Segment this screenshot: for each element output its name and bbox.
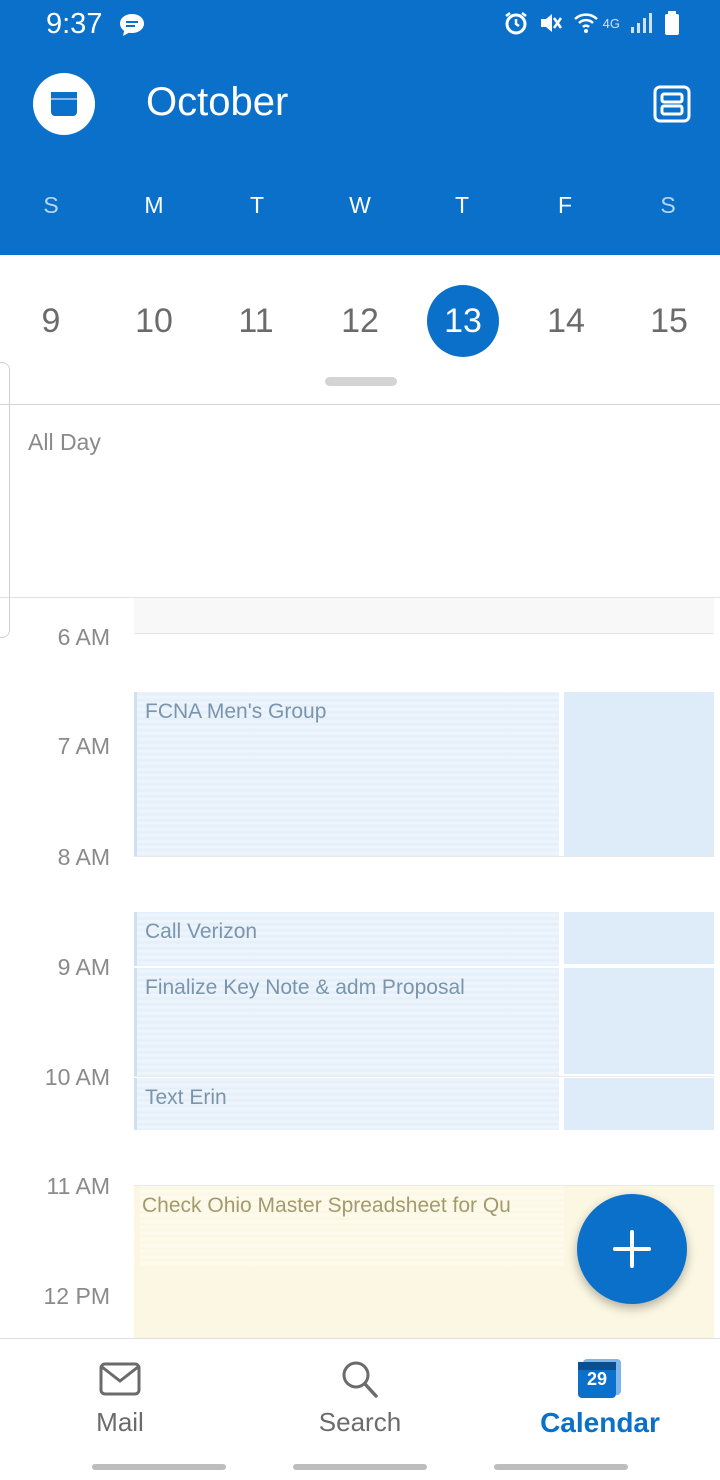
- weekday-mon: M: [144, 192, 164, 218]
- wifi-icon: [573, 13, 598, 33]
- system-nav-bar: [494, 1464, 628, 1470]
- nav-calendar[interactable]: 29 Calendar: [480, 1339, 720, 1449]
- event-title: Finalize Key Note & adm Proposal: [145, 976, 465, 999]
- hour-label: 7 AM: [57, 733, 110, 759]
- bottom-navigation: Mail Search 29 Calendar: [0, 1338, 720, 1480]
- side-panel-edge: [0, 362, 10, 638]
- hour-label: 11 AM: [46, 1173, 111, 1199]
- expand-handle[interactable]: [325, 377, 397, 386]
- all-day-section[interactable]: All Day: [0, 407, 720, 598]
- plus-icon: [613, 1230, 651, 1268]
- weekday-fri: F: [557, 192, 573, 218]
- event-title: Check Ohio Master Spreadsheet for Qu: [142, 1194, 511, 1217]
- weekday-thu: T: [454, 192, 470, 218]
- event-overlap-block[interactable]: [564, 968, 714, 1074]
- event-overlap-block[interactable]: [564, 692, 714, 856]
- message-notification-icon: [118, 12, 146, 38]
- month-title[interactable]: October: [146, 80, 288, 125]
- account-avatar-button[interactable]: [33, 73, 95, 135]
- mute-icon: [540, 14, 562, 32]
- event-overlap-block[interactable]: [564, 1078, 714, 1130]
- hour-label: 9 AM: [57, 954, 110, 980]
- nav-search-label: Search: [318, 1407, 402, 1437]
- date-cell[interactable]: 12: [324, 285, 396, 357]
- date-cell-selected[interactable]: 13: [427, 285, 499, 357]
- date-cell[interactable]: 9: [15, 285, 87, 357]
- event-highlight: Check Ohio Master Spreadsheet for Qu: [140, 1186, 564, 1266]
- alarm-icon: [504, 12, 527, 35]
- weekday-sun: S: [43, 192, 59, 218]
- hour-label: 8 AM: [57, 844, 110, 870]
- nav-mail-label: Mail: [96, 1407, 144, 1437]
- date-cell[interactable]: 15: [633, 285, 705, 357]
- system-nav-bar: [92, 1464, 226, 1470]
- date-cell[interactable]: 14: [530, 285, 602, 357]
- event-title: Call Verizon: [145, 920, 258, 943]
- network-type: 4G: [602, 15, 620, 31]
- hour-gridline: [134, 856, 714, 857]
- nav-search[interactable]: Search: [240, 1339, 480, 1449]
- hour-label: 12 PM: [43, 1283, 110, 1309]
- event-title: FCNA Men's Group: [145, 700, 327, 723]
- search-icon: [342, 1361, 378, 1398]
- event-overlap-block[interactable]: [564, 912, 714, 964]
- calendar-badge-date: 29: [586, 1369, 608, 1389]
- status-bar: 9:37 4G: [0, 0, 720, 50]
- hour-gridline: [134, 1076, 714, 1077]
- event-title: Text Erin: [145, 1086, 227, 1109]
- date-strip: 9 10 11 12 13 14 15: [0, 255, 720, 405]
- event-finalize-key-note[interactable]: Finalize Key Note & adm Proposal: [134, 968, 559, 1076]
- weekday-sat: S: [660, 192, 676, 218]
- view-switcher-icon[interactable]: [652, 84, 692, 124]
- new-event-button[interactable]: [577, 1194, 687, 1304]
- nav-calendar-label: Calendar: [540, 1407, 660, 1438]
- system-nav-bar: [293, 1464, 427, 1470]
- nav-mail[interactable]: Mail: [0, 1339, 240, 1449]
- event-fcna-mens-group[interactable]: FCNA Men's Group: [134, 692, 559, 856]
- status-icons: 4G: [503, 10, 680, 36]
- event-call-verizon[interactable]: Call Verizon: [134, 912, 559, 966]
- event-text-erin[interactable]: Text Erin: [134, 1078, 559, 1130]
- all-day-label: All Day: [28, 429, 101, 455]
- date-cell[interactable]: 11: [220, 285, 292, 357]
- timeline-past-shade: [134, 598, 714, 634]
- calendar-app-icon: [51, 92, 77, 116]
- signal-icon: [631, 13, 652, 33]
- hour-label: 10 AM: [44, 1064, 110, 1090]
- status-time: 9:37: [46, 8, 103, 40]
- hour-label: 6 AM: [57, 624, 110, 650]
- battery-icon: [665, 11, 679, 35]
- weekday-header: S M T W T F S: [0, 192, 720, 224]
- app-header: 9:37 4G October S M T W T F S: [0, 0, 720, 255]
- weekday-tue: T: [249, 192, 265, 218]
- date-cell[interactable]: 10: [118, 285, 190, 357]
- weekday-wed: W: [349, 192, 371, 218]
- mail-icon: [99, 1362, 141, 1396]
